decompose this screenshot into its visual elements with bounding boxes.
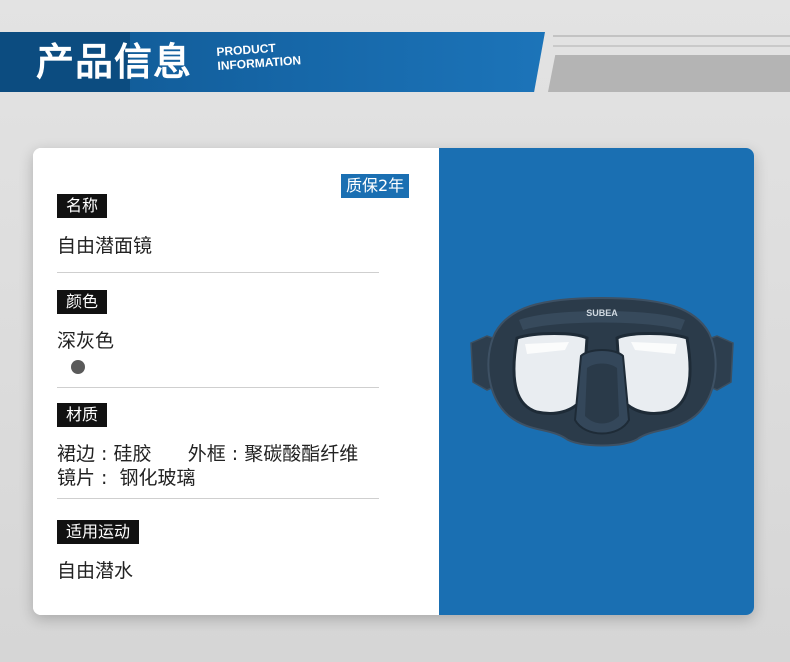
dive-mask-icon: SUBEA bbox=[469, 288, 735, 456]
mask-brand-text: SUBEA bbox=[586, 308, 618, 318]
page-title: 产品信息 bbox=[36, 40, 193, 84]
product-card: 质保2年 名称 自由潜面镜 颜色 深灰色 材质 裙边 : 硅胶 外框 : 聚碳酸… bbox=[33, 148, 754, 615]
color-value: 深灰色 bbox=[57, 330, 115, 352]
color-swatch bbox=[71, 360, 85, 374]
color-label: 颜色 bbox=[57, 290, 108, 314]
name-label: 名称 bbox=[57, 194, 108, 218]
warranty-badge: 质保2年 bbox=[341, 174, 410, 198]
name-value: 自由潜面镜 bbox=[57, 235, 153, 257]
dive-mask-graphic: SUBEA bbox=[470, 296, 734, 447]
sport-label: 适用运动 bbox=[57, 520, 140, 544]
divider bbox=[57, 498, 379, 499]
material-value-line2: 镜片 : 钢化玻璃 bbox=[57, 467, 196, 489]
header-decor-line bbox=[553, 35, 790, 37]
page-subtitle: PRODUCT INFORMATION bbox=[216, 39, 302, 73]
divider bbox=[57, 272, 379, 273]
material-value-line1: 裙边 : 硅胶 外框 : 聚碳酸酯纤维 bbox=[57, 443, 359, 465]
header-gray-strip bbox=[548, 55, 790, 92]
material-label: 材质 bbox=[57, 403, 108, 427]
product-image-panel: SUBEA bbox=[439, 148, 754, 615]
sport-value: 自由潜水 bbox=[57, 560, 134, 582]
divider bbox=[57, 387, 379, 388]
header-decor-line bbox=[553, 45, 790, 47]
product-info-page: 产品信息 PRODUCT INFORMATION 质保2年 名称 自由潜面镜 颜… bbox=[0, 0, 790, 662]
spec-panel: 质保2年 名称 自由潜面镜 颜色 深灰色 材质 裙边 : 硅胶 外框 : 聚碳酸… bbox=[33, 148, 439, 615]
